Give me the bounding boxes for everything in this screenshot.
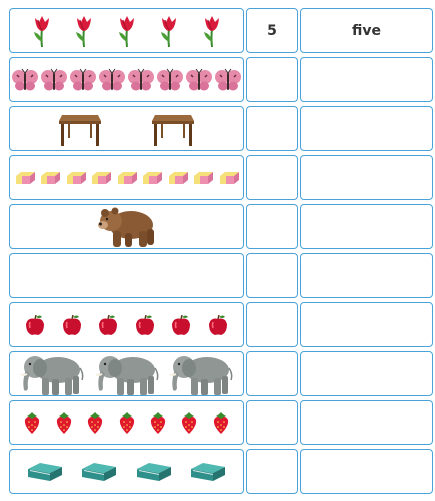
word-answer-box[interactable] — [300, 204, 433, 249]
word-answer-box[interactable] — [300, 302, 433, 347]
eraser-icon — [194, 171, 213, 184]
eraser-icon — [117, 171, 137, 184]
apple-icon — [62, 314, 81, 335]
word-answer-box[interactable] — [300, 106, 433, 151]
numeral-answer-box[interactable] — [246, 57, 298, 102]
tulip-icon — [76, 15, 91, 47]
numeral-answer-box[interactable] — [246, 302, 298, 347]
numeral-answer-box[interactable] — [246, 351, 298, 396]
picture-group — [10, 205, 243, 248]
picture-cell — [9, 57, 244, 102]
word-answer-box[interactable] — [300, 155, 433, 200]
picture-group — [10, 401, 243, 444]
apple-icon — [208, 314, 227, 335]
tulip-icon — [33, 15, 49, 47]
butterfly-icon — [157, 68, 183, 90]
picture-group — [10, 107, 243, 150]
eraser-icon — [143, 171, 162, 184]
butterfly-icon — [70, 68, 96, 90]
picture-cell — [9, 204, 244, 249]
word-answer-box[interactable] — [300, 449, 433, 494]
butterfly-icon — [128, 68, 154, 90]
numeral-answer-box[interactable] — [246, 449, 298, 494]
tulip-icon — [161, 15, 176, 47]
strawberry-icon — [88, 411, 103, 434]
picture-cell — [9, 302, 244, 347]
eraser-icon — [168, 171, 188, 184]
picture-cell — [9, 400, 244, 445]
bear-icon — [97, 207, 154, 247]
numeral-answer-box[interactable] — [246, 204, 298, 249]
eraser-icon — [66, 171, 86, 184]
picture-group — [10, 254, 243, 297]
book-icon — [136, 462, 171, 481]
eraser-icon — [41, 171, 60, 184]
picture-group — [10, 58, 243, 101]
butterfly-icon — [99, 68, 125, 90]
numeral-answer-box[interactable] — [246, 106, 298, 151]
apple-icon — [26, 314, 45, 335]
strawberry-icon — [56, 411, 71, 434]
book-icon — [190, 462, 225, 481]
butterfly-icon — [12, 68, 38, 90]
apple-icon — [172, 314, 191, 335]
strawberry-icon — [182, 411, 197, 434]
picture-cell — [9, 351, 244, 396]
word-answer-box[interactable] — [300, 351, 433, 396]
table-icon — [151, 114, 194, 146]
word-answer-box[interactable] — [300, 400, 433, 445]
picture-group — [10, 156, 243, 199]
butterfly-icon — [186, 68, 212, 90]
picture-group — [10, 9, 243, 52]
eraser-icon — [15, 171, 35, 184]
strawberry-icon — [25, 411, 40, 434]
elephant-icon — [20, 355, 84, 395]
numeral-answer-box[interactable] — [246, 155, 298, 200]
picture-cell — [9, 253, 244, 298]
strawberry-icon — [213, 411, 228, 434]
picture-cell — [9, 106, 244, 151]
table-icon — [59, 114, 102, 146]
eraser-icon — [219, 171, 239, 184]
word-answer-box[interactable] — [300, 57, 433, 102]
picture-cell — [9, 449, 244, 494]
elephant-icon — [94, 355, 158, 395]
word-answer-box[interactable]: five — [300, 8, 433, 53]
apple-icon — [99, 314, 118, 335]
picture-cell — [9, 8, 244, 53]
numeral-answer-box[interactable] — [246, 400, 298, 445]
strawberry-icon — [119, 411, 134, 434]
book-icon — [28, 462, 63, 481]
tulip-icon — [203, 15, 219, 47]
butterfly-icon — [215, 68, 241, 90]
tulip-icon — [118, 15, 134, 47]
numeral-answer-box[interactable] — [246, 253, 298, 298]
word-answer-box[interactable] — [300, 253, 433, 298]
book-icon — [82, 462, 117, 481]
picture-group — [10, 352, 243, 395]
picture-group — [10, 450, 243, 493]
butterfly-icon — [41, 68, 67, 90]
apple-icon — [135, 314, 154, 335]
picture-cell — [9, 155, 244, 200]
strawberry-icon — [150, 411, 165, 434]
picture-group — [10, 303, 243, 346]
eraser-icon — [92, 171, 111, 184]
numeral-answer-box[interactable]: 5 — [246, 8, 298, 53]
elephant-icon — [169, 355, 233, 395]
